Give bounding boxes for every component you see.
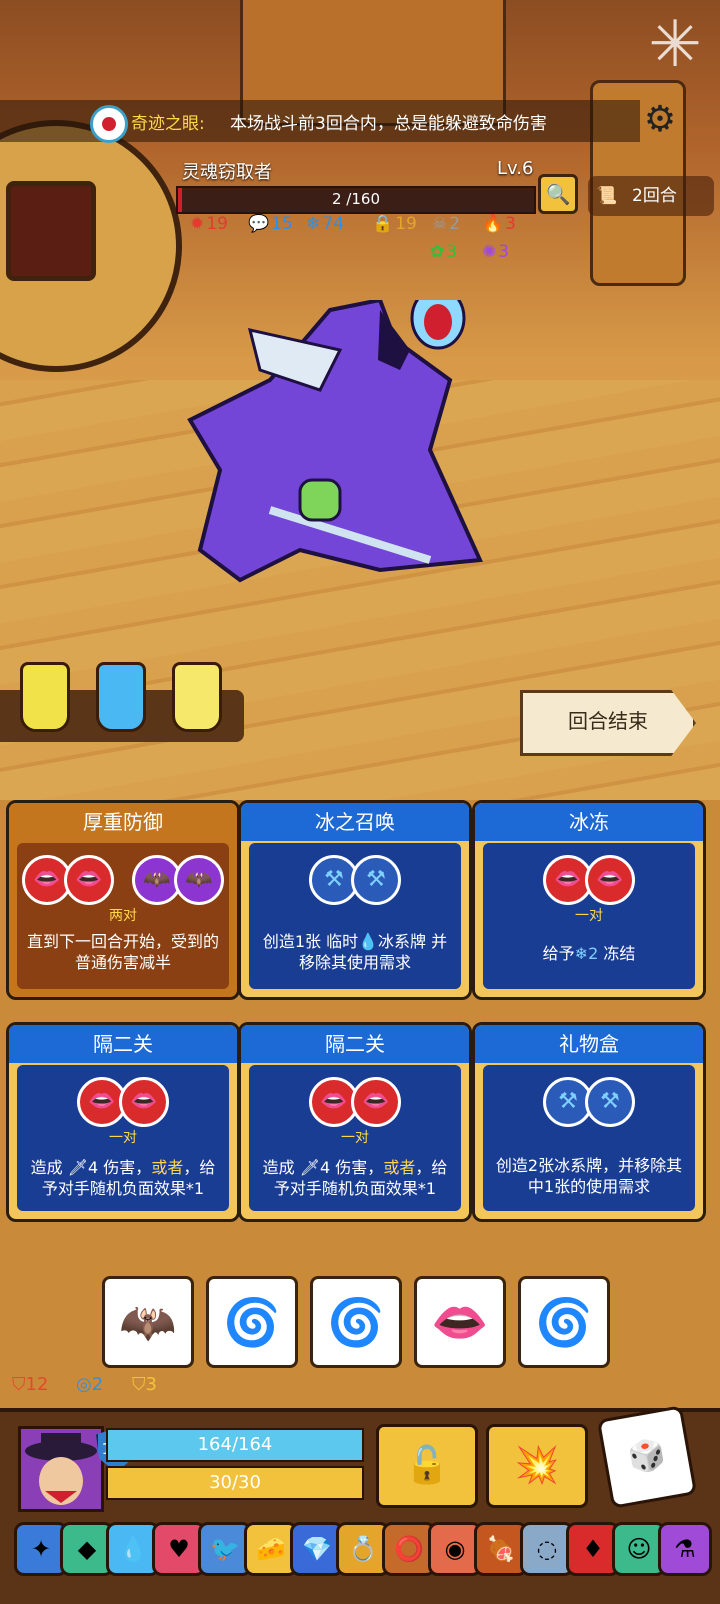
card-description: 造成 🗡4 伤害，或者，给予对手随机负面效果*1 <box>30 1158 216 1198</box>
speech-icon: 💬 <box>248 214 270 234</box>
dice-requirement: 👄 👄 🦇 🦇 <box>17 855 229 905</box>
requirement-label: 一对 <box>109 1130 137 1146</box>
enemy-level: Lv.6 <box>497 158 534 179</box>
card-description: 造成 🗡4 伤害，或者，给予对手随机负面效果*1 <box>262 1158 448 1198</box>
burst-skill-button[interactable]: 💥 <box>486 1424 588 1508</box>
soul-stealer-monster <box>187 300 483 583</box>
reroll-dice-button[interactable]: 🎲 <box>596 1405 698 1509</box>
card-body: ⚒ ⚒ 创造1张 临时💧冰系牌 并移除其使用需求 <box>249 843 461 989</box>
blank-die-slot-icon: ⚒ <box>351 855 401 905</box>
card-description: 直到下一回合开始，受到的普通伤害减半 <box>26 932 219 972</box>
eye-relic-icon <box>90 105 128 143</box>
card-description: 创造2张冰系牌，并移除其中1张的使用需求 <box>495 1156 683 1196</box>
gear-icon[interactable]: ⚙ <box>640 100 680 140</box>
card-title: 隔二关 <box>241 1025 469 1063</box>
player-stat: ⛉3 <box>132 1374 157 1395</box>
lock-icon: 🔒 <box>372 214 394 234</box>
relic-name: 奇迹之眼: <box>131 114 205 134</box>
snowflake-icon: ❄ <box>306 214 321 234</box>
die-rainbow-swirl-icon[interactable]: 🌀 <box>310 1276 402 1368</box>
player-hp-bar: 164/164 <box>106 1428 364 1462</box>
enemy-stat: ✺ 3 <box>482 242 510 262</box>
player-hud: 114 164/164 30/30 🔓 💥 🎲 ✦ ◆ 💧 ♥ 🐦 🧀 💎 💍 … <box>0 1405 720 1604</box>
blue-potion-icon[interactable] <box>96 662 146 732</box>
end-turn-button[interactable]: 回合结束 <box>520 690 696 756</box>
requirement-label: 一对 <box>575 908 603 924</box>
card-title: 隔二关 <box>9 1025 237 1063</box>
shield-gold-icon: ⛉ <box>132 1374 146 1395</box>
die-rainbow-swirl-icon[interactable]: 🌀 <box>206 1276 298 1368</box>
player-stat: ◎2 <box>76 1374 104 1395</box>
dice-requirement: 👄 👄 <box>483 855 695 905</box>
red-lips-icon: 👄 <box>585 855 635 905</box>
poison-icon: ✿ <box>430 242 445 262</box>
blank-die-slot-icon: ⚒ <box>585 1077 635 1127</box>
red-lips-icon: 👄 <box>63 855 114 905</box>
card-description: 给予❄2 冻结 <box>542 944 636 963</box>
relic-inventory: ✦ ◆ 💧 ♥ 🐦 🧀 💎 💍 ⭕ ◉ 🍖 ◌ ♦ ☺ ⚗ <box>14 1522 714 1578</box>
relic-description: 本场战斗前3回合内，总是能躲避致命伤害 <box>230 114 547 134</box>
die-purple-bat-icon[interactable]: 🦇 <box>102 1276 194 1368</box>
stone-wheel <box>0 120 182 372</box>
purple-bat-icon: 🦇 <box>174 855 225 905</box>
card-body: ⚒ ⚒ 创造2张冰系牌，并移除其中1张的使用需求 <box>483 1065 695 1211</box>
card-title: 厚重防御 <box>9 803 237 841</box>
enemy-stat: 🔥 3 <box>482 214 516 234</box>
enemy-hp-bar: 2 /160 <box>176 186 536 214</box>
relic-banner: 奇迹之眼: 本场战斗前3回合内，总是能躲避致命伤害 <box>0 100 640 143</box>
enemy-stat: ✿ 3 <box>430 242 458 262</box>
card-ice-summon[interactable]: 冰之召唤 ⚒ ⚒ 创造1张 临时💧冰系牌 并移除其使用需求 <box>238 800 472 1000</box>
card-freeze[interactable]: 冰冻 👄 👄 一对 给予❄2 冻结 <box>472 800 706 1000</box>
card-title: 礼物盒 <box>475 1025 703 1063</box>
splat-icon: ✺ <box>482 242 497 262</box>
purple-potion-icon[interactable]: ⚗ <box>658 1522 712 1576</box>
card-description: 创造1张 临时💧冰系牌 并移除其使用需求 <box>262 932 448 972</box>
magnify-icon[interactable]: 🔍 <box>538 174 578 214</box>
enemy-hp-text: 2 /160 <box>332 190 380 208</box>
dice-requirement: ⚒ ⚒ <box>249 855 461 905</box>
card-body: 👄 👄 🦇 🦇 两对 直到下一回合开始，受到的普通伤害减半 <box>17 843 229 989</box>
player-avatar[interactable] <box>18 1426 104 1512</box>
die-red-lips-icon[interactable]: 👄 <box>414 1276 506 1368</box>
enemy-stat: 💬 15 <box>248 214 293 234</box>
player-energy-bar: 30/30 <box>106 1466 364 1500</box>
card-heavy-defense[interactable]: 厚重防御 👄 👄 🦇 🦇 两对 直到下一回合开始，受到的普通伤害减半 <box>6 800 240 1000</box>
card-body: 👄 👄 一对 造成 🗡4 伤害，或者，给予对手随机负面效果*1 <box>17 1065 229 1211</box>
skull-icon: ☠ <box>432 214 448 234</box>
die-rainbow-swirl-icon[interactable]: 🌀 <box>518 1276 610 1368</box>
card-title: 冰之召唤 <box>241 803 469 841</box>
turn-label: 2回合 <box>632 186 677 206</box>
enemy-name: 灵魂窃取者 <box>182 162 272 183</box>
swirl-blue-icon: ◎ <box>76 1374 92 1395</box>
enemy-stat: ✹ 19 <box>190 214 228 234</box>
flame-icon: 🔥 <box>482 214 504 234</box>
yellow-potion-icon[interactable] <box>172 662 222 732</box>
card-body: 👄 👄 一对 给予❄2 冻结 <box>483 843 695 989</box>
red-lips-icon: 👄 <box>119 1077 169 1127</box>
card-title: 冰冻 <box>475 803 703 841</box>
enemy-stat: ☠ 2 <box>432 214 461 234</box>
dice-requirement: 👄 👄 <box>249 1077 461 1127</box>
red-lips-icon: 👄 <box>351 1077 401 1127</box>
card-skip-two[interactable]: 隔二关 👄 👄 一对 造成 🗡4 伤害，或者，给予对手随机负面效果*1 <box>238 1022 472 1222</box>
card-body: 👄 👄 一对 造成 🗡4 伤害，或者，给予对手随机负面效果*1 <box>249 1065 461 1211</box>
lock-skill-button[interactable]: 🔓 <box>376 1424 478 1508</box>
card-gift-box[interactable]: 礼物盒 ⚒ ⚒ 创造2张冰系牌，并移除其中1张的使用需求 <box>472 1022 706 1222</box>
enemy-stat: 🔒 19 <box>372 214 417 234</box>
scroll-icon: 📜 <box>596 186 618 206</box>
cobweb-icon: ✳ <box>648 8 702 82</box>
shield-red-icon: ⛉ <box>12 1374 26 1395</box>
requirement-label: 两对 <box>109 908 137 924</box>
fire-claw-icon: ✹ <box>190 214 205 234</box>
card-skip-two[interactable]: 隔二关 👄 👄 一对 造成 🗡4 伤害，或者，给予对手随机负面效果*1 <box>6 1022 240 1222</box>
turn-counter: 📜 2回合 <box>588 176 714 216</box>
potion-shelf <box>0 662 244 742</box>
dice-requirement: ⚒ ⚒ <box>483 1077 695 1127</box>
enemy-stat: ❄ 74 <box>306 214 344 234</box>
player-stat: ⛉12 <box>12 1374 49 1395</box>
dice-requirement: 👄 👄 <box>17 1077 229 1127</box>
yellow-potion-icon[interactable] <box>20 662 70 732</box>
requirement-label: 一对 <box>341 1130 369 1146</box>
